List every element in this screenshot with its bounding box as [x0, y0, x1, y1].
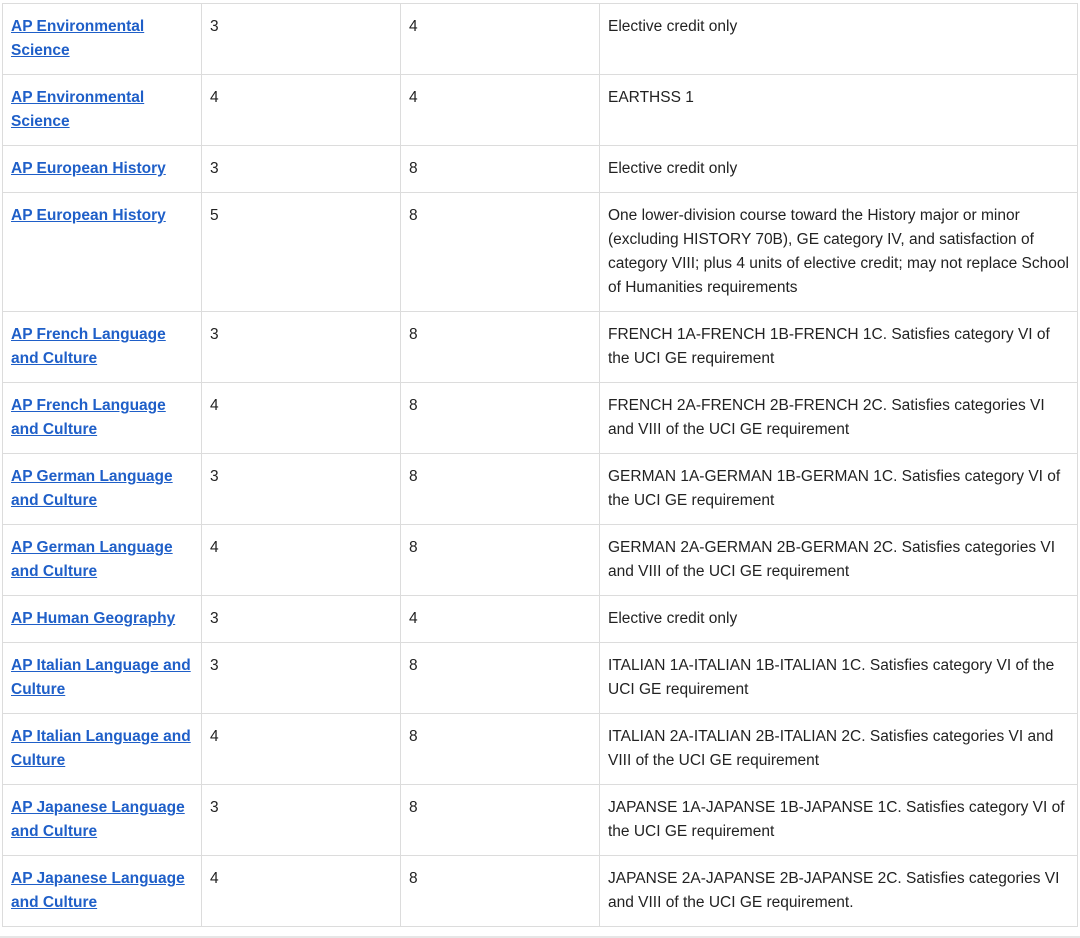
credit-cell: Elective credit only: [599, 145, 1078, 193]
score-cell: 3: [201, 595, 401, 643]
exam-cell: AP European History: [2, 145, 202, 193]
table-row: AP Japanese Language and Culture 4 8 JAP…: [2, 855, 1078, 927]
score-cell: 3: [201, 311, 401, 383]
table-row: AP Italian Language and Culture 4 8 ITAL…: [2, 713, 1078, 785]
units-cell: 8: [400, 642, 600, 714]
exam-link[interactable]: AP Environmental Science: [11, 18, 144, 59]
exam-link[interactable]: AP Japanese Language and Culture: [11, 870, 185, 911]
credit-cell: GERMAN 1A-GERMAN 1B-GERMAN 1C. Satisfies…: [599, 453, 1078, 525]
credit-cell: EARTHSS 1: [599, 74, 1078, 146]
units-cell: 8: [400, 145, 600, 193]
units-cell: 8: [400, 311, 600, 383]
score-cell: 4: [201, 382, 401, 454]
table-row: AP Environmental Science 3 4 Elective cr…: [2, 3, 1078, 75]
table-row: AP Human Geography 3 4 Elective credit o…: [2, 595, 1078, 643]
table-row: AP European History 5 8 One lower-divisi…: [2, 192, 1078, 312]
table-row: AP European History 3 8 Elective credit …: [2, 145, 1078, 193]
score-cell: 3: [201, 642, 401, 714]
exam-cell: AP Italian Language and Culture: [2, 713, 202, 785]
table-row: AP German Language and Culture 4 8 GERMA…: [2, 524, 1078, 596]
score-cell: 4: [201, 524, 401, 596]
exam-cell: AP German Language and Culture: [2, 524, 202, 596]
exam-link[interactable]: AP Italian Language and Culture: [11, 728, 191, 769]
units-cell: 8: [400, 524, 600, 596]
score-cell: 4: [201, 855, 401, 927]
table-row: AP French Language and Culture 3 8 FRENC…: [2, 311, 1078, 383]
credit-cell: ITALIAN 1A-ITALIAN 1B-ITALIAN 1C. Satisf…: [599, 642, 1078, 714]
exam-link[interactable]: AP Italian Language and Culture: [11, 657, 191, 698]
exam-link[interactable]: AP German Language and Culture: [11, 468, 173, 509]
credit-cell: Elective credit only: [599, 595, 1078, 643]
exam-cell: AP Human Geography: [2, 595, 202, 643]
exam-cell: AP Japanese Language and Culture: [2, 784, 202, 856]
ap-credit-table: AP Environmental Science 3 4 Elective cr…: [2, 3, 1078, 927]
exam-cell: AP German Language and Culture: [2, 453, 202, 525]
exam-cell: AP European History: [2, 192, 202, 312]
table-row: AP German Language and Culture 3 8 GERMA…: [2, 453, 1078, 525]
units-cell: 8: [400, 192, 600, 312]
units-cell: 4: [400, 74, 600, 146]
units-cell: 8: [400, 855, 600, 927]
units-cell: 8: [400, 453, 600, 525]
score-cell: 4: [201, 74, 401, 146]
units-cell: 4: [400, 3, 600, 75]
score-cell: 3: [201, 453, 401, 525]
ap-credit-table-container: AP Environmental Science 3 4 Elective cr…: [2, 3, 1078, 927]
score-cell: 3: [201, 3, 401, 75]
units-cell: 8: [400, 382, 600, 454]
score-cell: 3: [201, 784, 401, 856]
exam-cell: AP Environmental Science: [2, 3, 202, 75]
exam-link[interactable]: AP European History: [11, 207, 166, 224]
exam-link[interactable]: AP French Language and Culture: [11, 397, 166, 438]
table-row: AP Japanese Language and Culture 3 8 JAP…: [2, 784, 1078, 856]
units-cell: 8: [400, 784, 600, 856]
units-cell: 4: [400, 595, 600, 643]
exam-link[interactable]: AP Environmental Science: [11, 89, 144, 130]
credit-cell: FRENCH 2A-FRENCH 2B-FRENCH 2C. Satisfies…: [599, 382, 1078, 454]
credit-cell: GERMAN 2A-GERMAN 2B-GERMAN 2C. Satisfies…: [599, 524, 1078, 596]
exam-link[interactable]: AP German Language and Culture: [11, 539, 173, 580]
credit-cell: FRENCH 1A-FRENCH 1B-FRENCH 1C. Satisfies…: [599, 311, 1078, 383]
credit-cell: Elective credit only: [599, 3, 1078, 75]
score-cell: 5: [201, 192, 401, 312]
credit-cell: ITALIAN 2A-ITALIAN 2B-ITALIAN 2C. Satisf…: [599, 713, 1078, 785]
credit-cell: JAPANSE 2A-JAPANSE 2B-JAPANSE 2C. Satisf…: [599, 855, 1078, 927]
exam-cell: AP Environmental Science: [2, 74, 202, 146]
exam-cell: AP Japanese Language and Culture: [2, 855, 202, 927]
table-row: AP French Language and Culture 4 8 FRENC…: [2, 382, 1078, 454]
exam-link[interactable]: AP Japanese Language and Culture: [11, 799, 185, 840]
exam-cell: AP French Language and Culture: [2, 382, 202, 454]
exam-link[interactable]: AP French Language and Culture: [11, 326, 166, 367]
table-row: AP Environmental Science 4 4 EARTHSS 1: [2, 74, 1078, 146]
score-cell: 4: [201, 713, 401, 785]
score-cell: 3: [201, 145, 401, 193]
table-row: AP Italian Language and Culture 3 8 ITAL…: [2, 642, 1078, 714]
credit-cell: One lower-division course toward the His…: [599, 192, 1078, 312]
exam-link[interactable]: AP Human Geography: [11, 610, 175, 627]
exam-cell: AP French Language and Culture: [2, 311, 202, 383]
units-cell: 8: [400, 713, 600, 785]
exam-cell: AP Italian Language and Culture: [2, 642, 202, 714]
credit-cell: JAPANSE 1A-JAPANSE 1B-JAPANSE 1C. Satisf…: [599, 784, 1078, 856]
exam-link[interactable]: AP European History: [11, 160, 166, 177]
